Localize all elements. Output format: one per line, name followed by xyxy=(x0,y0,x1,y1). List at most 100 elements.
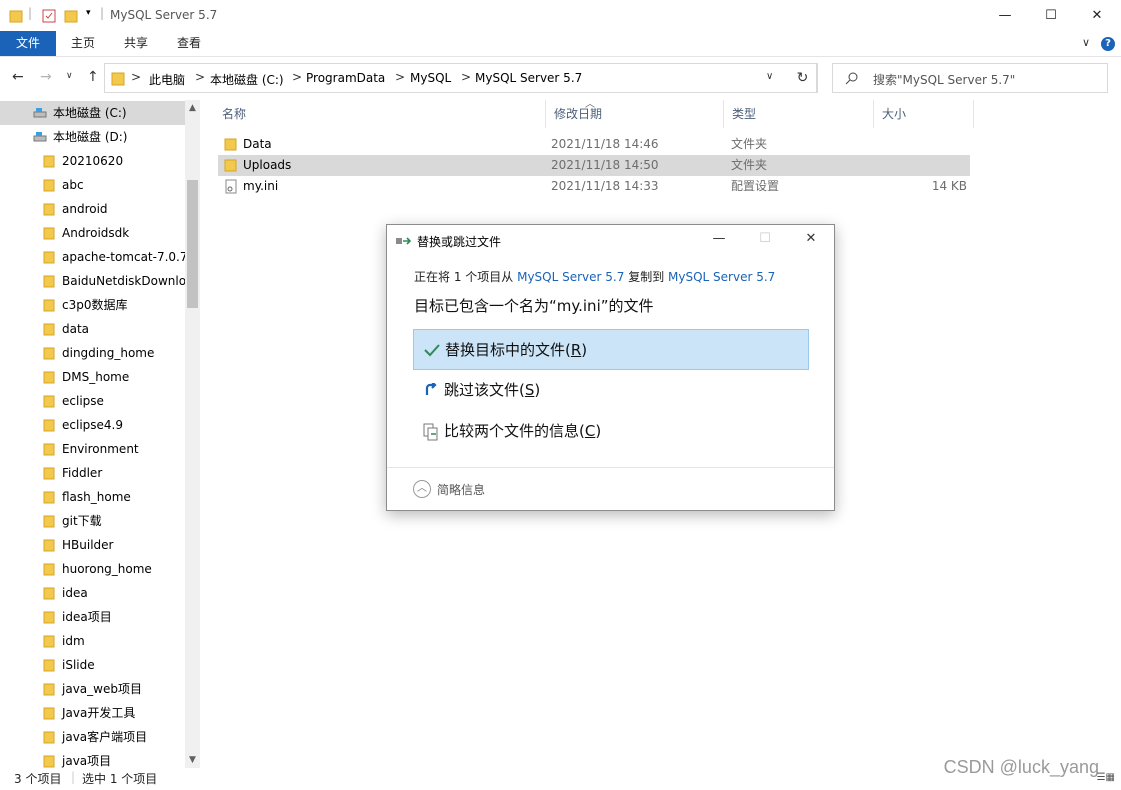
nav-tree-item[interactable]: flash_home xyxy=(0,485,185,509)
dialog-footer: ︿ 简略信息 xyxy=(387,467,834,510)
customize-quick-access-icon[interactable]: ▾ xyxy=(86,8,91,24)
nav-tree-item[interactable]: eclipse xyxy=(0,389,185,413)
folder-icon xyxy=(43,611,55,624)
nav-tree-label: idea xyxy=(62,586,88,600)
folder-icon xyxy=(43,683,55,696)
file-type: 文件夹 xyxy=(731,158,768,172)
file-row[interactable]: my.ini 2021/11/18 14:33 配置设置 14 KB xyxy=(218,176,970,197)
breadcrumb-mysql-server[interactable]: MySQL Server 5.7 xyxy=(475,71,582,85)
nav-scrollbar[interactable]: ▲ ▼ xyxy=(185,100,200,768)
nav-tree-label: DMS_home xyxy=(62,370,130,384)
skip-file-option[interactable]: 跳过该文件(S) xyxy=(413,370,809,411)
properties-icon[interactable] xyxy=(42,8,56,24)
collapse-details-icon[interactable]: ︿ xyxy=(413,480,431,498)
replace-or-skip-dialog: 替换或跳过文件 — ☐ ✕ 正在将 1 个项目从 MySQL Server 5.… xyxy=(386,224,835,511)
tab-view[interactable]: 查看 xyxy=(166,31,212,56)
column-header-size[interactable]: 大小 xyxy=(874,100,974,128)
column-header-modified[interactable]: 修改日期 xyxy=(546,100,724,128)
nav-tree-label: abc xyxy=(62,178,84,192)
folder-icon xyxy=(43,203,55,216)
file-row[interactable]: Uploads 2021/11/18 14:50 文件夹 xyxy=(218,155,970,176)
fewer-details-link[interactable]: 简略信息 xyxy=(437,481,485,498)
nav-tree-item[interactable]: dingding_home xyxy=(0,341,185,365)
nav-tree-item[interactable]: iSlide xyxy=(0,653,185,677)
copy-summary: 正在将 1 个项目从 MySQL Server 5.7 复制到 MySQL Se… xyxy=(414,270,776,284)
file-modified: 2021/11/18 14:46 xyxy=(551,137,659,151)
nav-tree-item[interactable]: apache-tomcat-7.0.78 xyxy=(0,245,185,269)
nav-tree-item[interactable]: Java开发工具 xyxy=(0,701,185,725)
nav-tree-item[interactable]: android xyxy=(0,197,185,221)
file-modified: 2021/11/18 14:33 xyxy=(551,179,659,193)
nav-tree-item[interactable]: idm xyxy=(0,629,185,653)
breadcrumb-programdata[interactable]: ProgramData xyxy=(306,71,385,85)
dialog-close-button[interactable]: ✕ xyxy=(801,231,821,249)
file-name: Data xyxy=(243,137,272,151)
compare-files-option[interactable]: 比较两个文件的信息(C) xyxy=(413,411,809,452)
recent-locations-button[interactable]: ∨ xyxy=(66,71,73,81)
nav-tree-item[interactable]: java客户端项目 xyxy=(0,725,185,749)
scroll-up-icon[interactable]: ▲ xyxy=(185,100,200,116)
search-input[interactable]: 搜索"MySQL Server 5.7" xyxy=(832,63,1108,93)
maximize-button[interactable]: ☐ xyxy=(1028,0,1074,31)
tab-home[interactable]: 主页 xyxy=(60,31,106,56)
nav-tree-item[interactable]: eclipse4.9 xyxy=(0,413,185,437)
nav-tree-item[interactable]: git下载 xyxy=(0,509,185,533)
nav-tree-item[interactable]: idea项目 xyxy=(0,605,185,629)
folder-icon xyxy=(43,755,55,768)
view-mode-icons[interactable]: ☰▦ xyxy=(1097,772,1115,783)
destination-folder-link[interactable]: MySQL Server 5.7 xyxy=(668,270,775,284)
nav-tree-item[interactable]: Fiddler xyxy=(0,461,185,485)
nav-tree-label: 本地磁盘 (C:) xyxy=(53,106,127,120)
nav-tree-label: android xyxy=(62,202,108,216)
help-icon[interactable]: ? xyxy=(1101,37,1115,51)
new-folder-icon[interactable] xyxy=(64,8,78,24)
nav-tree-item[interactable]: BaiduNetdiskDownload xyxy=(0,269,185,293)
forward-button[interactable]: → xyxy=(40,69,52,85)
address-bar[interactable]: > 此电脑 > 本地磁盘 (C:) > ProgramData > MySQL … xyxy=(104,63,817,93)
search-placeholder: 搜索"MySQL Server 5.7" xyxy=(873,73,1016,87)
breadcrumb-drive-c[interactable]: 本地磁盘 (C:) xyxy=(210,71,284,88)
column-header-name[interactable]: 名称 xyxy=(214,100,546,128)
column-header-type[interactable]: 类型 xyxy=(724,100,874,128)
scroll-down-icon[interactable]: ▼ xyxy=(185,752,200,768)
nav-tree-item[interactable]: HBuilder xyxy=(0,533,185,557)
nav-tree-label: c3p0数据库 xyxy=(62,298,128,312)
nav-tree-item[interactable]: Androidsdk xyxy=(0,221,185,245)
file-row[interactable]: Data 2021/11/18 14:46 文件夹 xyxy=(218,134,970,155)
tab-share[interactable]: 共享 xyxy=(113,31,159,56)
scroll-thumb[interactable] xyxy=(187,180,198,308)
tab-file[interactable]: 文件 xyxy=(0,31,56,56)
nav-tree-item[interactable]: data xyxy=(0,317,185,341)
nav-tree-label: 20210620 xyxy=(62,154,124,168)
nav-tree-item[interactable]: abc xyxy=(0,173,185,197)
dialog-maximize-button: ☐ xyxy=(759,231,771,246)
back-button[interactable]: ← xyxy=(12,69,24,85)
nav-tree-item[interactable]: 本地磁盘 (C:) xyxy=(0,101,185,125)
nav-tree-label: flash_home xyxy=(62,490,131,504)
dialog-minimize-button[interactable]: — xyxy=(709,231,729,249)
minimize-button[interactable]: — xyxy=(982,0,1028,31)
source-folder-link[interactable]: MySQL Server 5.7 xyxy=(517,270,624,284)
breadcrumb-this-pc[interactable]: 此电脑 xyxy=(149,71,185,88)
close-button[interactable]: ✕ xyxy=(1074,0,1120,31)
nav-tree-label: 本地磁盘 (D:) xyxy=(53,130,128,144)
nav-tree-item[interactable]: 20210620 xyxy=(0,149,185,173)
compare-files-icon xyxy=(423,423,438,441)
refresh-button[interactable]: ↻ xyxy=(788,63,818,93)
nav-tree-item[interactable]: huorong_home xyxy=(0,557,185,581)
dialog-title: 替换或跳过文件 xyxy=(417,235,502,249)
nav-tree-item[interactable]: c3p0数据库 xyxy=(0,293,185,317)
replace-file-option[interactable]: 替换目标中的文件(R) xyxy=(413,329,809,370)
nav-tree-item[interactable]: java_web项目 xyxy=(0,677,185,701)
breadcrumb-mysql[interactable]: MySQL xyxy=(410,71,451,85)
nav-tree-label: eclipse xyxy=(62,394,104,408)
folder-icon xyxy=(9,10,23,23)
conflict-message: 目标已包含一个名为“my.ini”的文件 xyxy=(414,297,654,315)
nav-tree-item[interactable]: Environment xyxy=(0,437,185,461)
expand-ribbon-icon[interactable]: ∨ xyxy=(1082,36,1090,49)
up-button[interactable]: ↑ xyxy=(87,69,99,85)
address-dropdown-icon[interactable]: ∨ xyxy=(766,71,773,82)
nav-tree-item[interactable]: 本地磁盘 (D:) xyxy=(0,125,185,149)
nav-tree-item[interactable]: idea xyxy=(0,581,185,605)
nav-tree-item[interactable]: DMS_home xyxy=(0,365,185,389)
